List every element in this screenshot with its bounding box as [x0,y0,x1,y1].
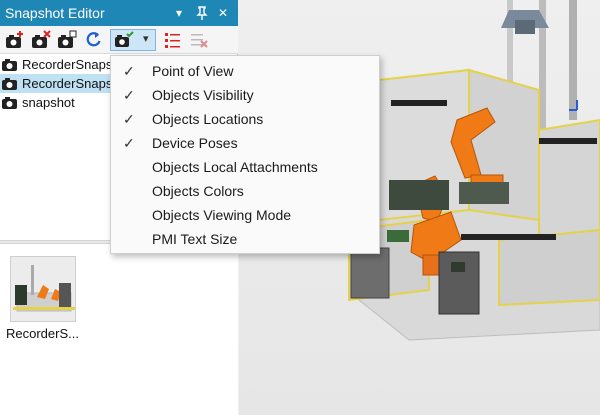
menu-item-device-poses[interactable]: ✓ Device Poses [111,131,379,155]
camera-options-icon [115,31,134,47]
menu-item-objects-local-attachments[interactable]: Objects Local Attachments [111,155,379,179]
thumbnail-label: RecorderS... [6,326,79,341]
edit-list-icon [165,33,180,48]
delete-list-icon [191,34,208,48]
menu-item-objects-locations[interactable]: ✓ Objects Locations [111,107,379,131]
checkmark-icon: ✓ [123,135,135,151]
pin-icon[interactable] [196,0,208,29]
close-icon[interactable]: ✕ [218,0,228,26]
new-snapshot-button[interactable] [4,29,26,51]
camera-icon [2,59,17,71]
menu-item-pmi-text-size[interactable]: PMI Text Size [111,227,379,251]
disabled-tool-button[interactable] [188,29,210,51]
snapshot-list-edit-button[interactable] [162,29,184,51]
apply-snapshot-button[interactable] [56,29,78,51]
camera-delete-icon [32,30,51,48]
menu-item-objects-viewing-mode[interactable]: Objects Viewing Mode [111,203,379,227]
checkmark-icon: ✓ [123,87,135,103]
scene-thumbnail-image [11,257,75,321]
checkmark-icon: ✓ [123,111,135,127]
update-snapshot-button[interactable] [83,29,105,51]
camera-apply-icon [58,30,77,48]
tree-item-label: RecorderSnaps [22,57,113,72]
refresh-icon [86,32,101,47]
menu-item-objects-colors[interactable]: Objects Colors [111,179,379,203]
app-root: Snapshot Editor ▾ ✕ ▾ RecorderSnaps Reco… [0,0,600,415]
tree-item-label: snapshot [22,95,75,110]
snapshot-options-button[interactable]: ▾ [110,29,156,51]
snapshot-thumbnail[interactable] [10,256,76,322]
snapshot-options-menu: ✓ Point of View ✓ Objects Visibility ✓ O… [110,55,380,254]
panel-menu-dropdown-icon[interactable]: ▾ [176,0,182,26]
delete-snapshot-button[interactable] [30,29,52,51]
chevron-down-icon[interactable]: ▾ [143,32,149,45]
camera-icon [2,97,17,109]
camera-add-icon [6,31,23,48]
snapshot-toolbar: ▾ [0,26,238,54]
panel-title: Snapshot Editor [5,5,105,21]
tree-item-label: RecorderSnaps [22,76,113,91]
camera-icon [2,78,17,90]
menu-item-objects-visibility[interactable]: ✓ Objects Visibility [111,83,379,107]
thumbnail-area: RecorderS... [0,244,238,415]
checkmark-icon: ✓ [123,63,135,79]
menu-item-point-of-view[interactable]: ✓ Point of View [111,59,379,83]
panel-titlebar: Snapshot Editor ▾ ✕ [0,0,238,26]
